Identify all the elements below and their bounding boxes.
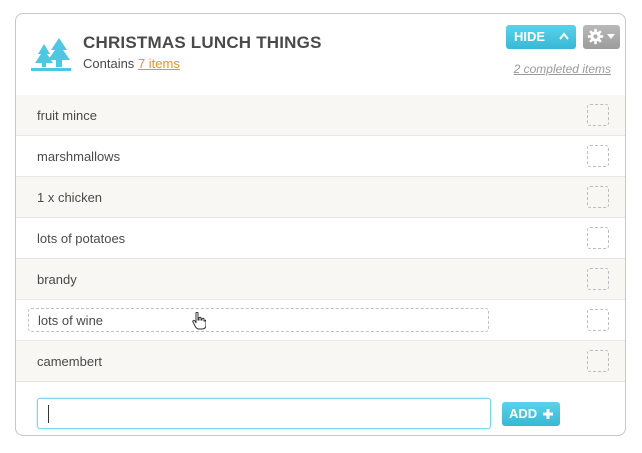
- item-label: 1 x chicken: [37, 190, 103, 205]
- list-item: 1 x chicken: [16, 177, 625, 218]
- plus-icon: [543, 409, 553, 419]
- item-label: lots of potatoes: [37, 231, 126, 246]
- list-summary: Contains 7 items: [83, 56, 180, 71]
- item-checkbox[interactable]: [587, 350, 609, 372]
- settings-menu-button[interactable]: [583, 25, 620, 49]
- list-item: lots of wine: [16, 300, 625, 341]
- item-label: fruit mince: [37, 108, 97, 123]
- chevron-up-icon: [559, 32, 569, 40]
- add-button[interactable]: ADD: [502, 402, 560, 426]
- gear-icon: [587, 28, 604, 45]
- list-title: CHRISTMAS LUNCH THINGS: [83, 33, 322, 52]
- add-item-footer: ADD: [16, 390, 625, 435]
- item-label: marshmallows: [37, 149, 121, 164]
- hide-button[interactable]: HIDE: [506, 25, 576, 49]
- contains-label: Contains: [83, 56, 135, 71]
- list-item: marshmallows: [16, 136, 625, 177]
- item-checkbox[interactable]: [587, 186, 609, 208]
- item-checkbox[interactable]: [587, 227, 609, 249]
- caret-down-icon: [607, 34, 615, 39]
- list-card: CHRISTMAS LUNCH THINGS Contains 7 items …: [15, 13, 626, 436]
- text-caret: [48, 405, 49, 423]
- list-item: camembert: [16, 341, 625, 382]
- item-label: brandy: [37, 272, 77, 287]
- item-checkbox[interactable]: [587, 268, 609, 290]
- item-checkbox[interactable]: [587, 145, 609, 167]
- item-label: camembert: [37, 354, 103, 369]
- hide-button-label: HIDE: [514, 29, 546, 44]
- completed-items-link[interactable]: 2 completed items: [514, 62, 611, 76]
- list-item: brandy: [16, 259, 625, 300]
- list-item: lots of potatoes: [16, 218, 625, 259]
- list-header: CHRISTMAS LUNCH THINGS Contains 7 items …: [16, 14, 625, 96]
- items-count-link[interactable]: 7 items: [138, 56, 180, 71]
- list-item: fruit mince: [16, 95, 625, 136]
- item-label[interactable]: lots of wine: [38, 313, 103, 328]
- trees-icon: [31, 38, 71, 71]
- add-button-label: ADD: [509, 406, 538, 421]
- items-list: fruit mince marshmallows 1 x chicken lot…: [16, 95, 625, 382]
- item-checkbox[interactable]: [587, 309, 609, 331]
- new-item-input[interactable]: [37, 398, 491, 429]
- item-checkbox[interactable]: [587, 104, 609, 126]
- hand-cursor-icon: [192, 312, 206, 330]
